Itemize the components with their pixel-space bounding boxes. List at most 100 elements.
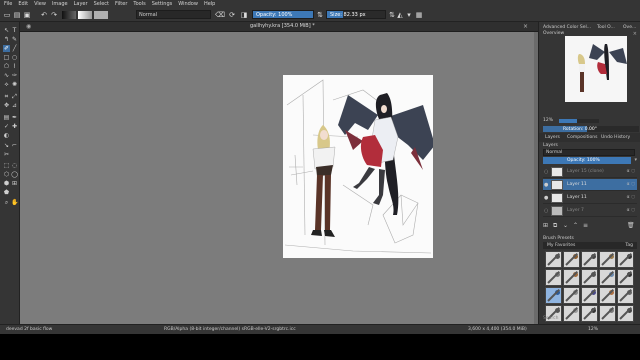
document-tab[interactable]: gallhyhy.kra [354.0 MiB] * [250,23,315,29]
rect-select-tool-icon[interactable]: ⬚ [3,162,10,169]
layer-opacity-slider[interactable]: Opacity: 100% [543,157,631,164]
brush-preset[interactable] [545,287,562,304]
brush-preset[interactable] [563,287,580,304]
size-slider[interactable]: Size: 82.33 px [326,10,386,19]
mirror-horizontal-icon[interactable]: ◭ [396,10,404,19]
overview-thumbnail[interactable] [565,36,627,102]
opacity-lock-icon[interactable]: ⇅ [317,10,323,19]
artwork-canvas[interactable] [283,75,433,258]
canvas-area[interactable] [20,32,538,324]
duplicate-layer-icon[interactable]: ⧉ [553,222,557,230]
alpha-lock-icon[interactable]: ◨ [240,10,248,19]
menu-window[interactable]: Window [178,1,198,7]
brush-preset[interactable] [599,269,616,286]
calligraphy-tool-icon[interactable]: ✎ [11,36,18,43]
tab-tool-options[interactable]: Tool O... [597,25,615,30]
mirror-vertical-icon[interactable]: ▾ [405,10,413,19]
bezier-tool-icon[interactable]: ∿ [3,72,10,79]
crop-tool-icon[interactable]: ⌗ [3,93,10,100]
outline-select-tool-icon[interactable]: ◯ [11,171,18,178]
brush-preset[interactable] [563,251,580,268]
overview-zoom[interactable]: 12% [543,118,639,124]
brush-preset[interactable] [581,287,598,304]
assistant-tool-icon[interactable]: ⊿ [11,102,18,109]
hand-tool-icon[interactable]: ✋ [11,199,18,206]
eye-icon[interactable]: ◌ [544,208,548,214]
tab-undo-history[interactable]: Undo History [601,135,630,140]
new-document-icon[interactable]: ▭ [3,10,11,19]
layer-row[interactable]: ● Layer 11 α ◌ [543,179,637,191]
layer-row[interactable]: ◌ Layer 7 α ◌ [543,205,637,217]
freehand-brush-tool-icon[interactable]: ✐ [3,45,10,52]
brush-preset[interactable] [617,251,634,268]
eraser-mode-icon[interactable]: ⌫ [215,10,225,19]
delete-layer-icon[interactable]: 🗑 [627,222,635,229]
save-icon[interactable]: ▣ [23,10,31,19]
eye-icon[interactable]: ● [544,182,548,188]
zoom-tool-icon[interactable]: ⌕ [3,199,10,206]
eye-icon[interactable]: ● [544,195,548,201]
layer-properties-icon[interactable]: α ◌ [627,169,635,174]
docker-close-icon[interactable]: × [633,31,637,37]
size-lock-icon[interactable]: ⇅ [389,10,395,19]
tab-overview[interactable]: Ove... [623,25,636,30]
layer-row[interactable]: ● Layer 11 α ◌ [543,192,637,204]
tab-advanced-color-selector[interactable]: Advanced Color Sel... [543,25,591,30]
rectangle-tool-icon[interactable]: □ [3,54,10,61]
menu-image[interactable]: Image [52,1,68,7]
brush-preset[interactable] [545,251,562,268]
tab-scroll-icon[interactable]: ◉ [26,23,31,30]
color-picker-tool-icon[interactable]: ✒ [11,114,18,121]
brush-preset[interactable] [617,287,634,304]
menu-tools[interactable]: Tools [133,1,145,7]
similar-select-tool-icon[interactable]: ⊞ [11,180,18,187]
layer-filter-icon[interactable]: ▾ [634,157,637,163]
move-tool-icon[interactable]: ✥ [3,102,10,109]
move-down-icon[interactable]: ⌄ [563,222,568,229]
layer-row[interactable]: ◌ Layer 15 (clone) α ◌ [543,166,637,178]
menu-edit[interactable]: Edit [18,1,28,7]
menu-view[interactable]: View [34,1,46,7]
layer-properties-button-icon[interactable]: ≡ [583,222,588,229]
layer-properties-icon[interactable]: α ◌ [627,195,635,200]
menu-filter[interactable]: Filter [115,1,127,7]
polyline-tool-icon[interactable]: ⌇ [11,63,18,70]
brush-preset[interactable] [581,269,598,286]
brush-preset[interactable] [563,269,580,286]
polygon-select-tool-icon[interactable]: ⬡ [3,171,10,178]
brush-preset[interactable] [599,287,616,304]
line-tool-icon[interactable]: ╱ [11,45,18,52]
brush-preset[interactable] [599,251,616,268]
colorize-mask-tool-icon[interactable]: ✓ [3,123,10,130]
status-zoom[interactable]: 12% [588,327,598,332]
contiguous-select-tool-icon[interactable]: ⬢ [3,180,10,187]
fill-gradient-swatch[interactable] [62,11,76,19]
brush-preset[interactable] [581,251,598,268]
overview-rotation-slider[interactable]: Rotation: 0.00° [543,126,639,132]
brush-preset[interactable] [545,269,562,286]
menu-settings[interactable]: Settings [152,1,173,7]
menu-select[interactable]: Select [94,1,109,7]
reload-preset-icon[interactable]: ⟳ [228,10,236,19]
transform-tool-icon[interactable]: ⤢ [11,93,18,100]
smart-patch-tool-icon[interactable]: ✚ [11,123,18,130]
menu-layer[interactable]: Layer [74,1,88,7]
brush-preset[interactable] [617,269,634,286]
edit-shapes-tool-icon[interactable]: ↰ [3,36,10,43]
open-document-icon[interactable]: ▤ [13,10,21,19]
close-icon[interactable]: × [523,23,528,30]
opacity-slider[interactable]: Opacity: 100% [252,10,314,19]
fill-pattern-swatch[interactable] [78,11,92,19]
reference-tool-icon[interactable]: ⌐ [11,142,18,149]
layer-blend-mode-select[interactable]: Normal [543,149,635,156]
bezier-select-tool-icon[interactable]: ⬟ [3,189,10,196]
undo-icon[interactable]: ↶ [40,10,48,19]
menu-help[interactable]: Help [204,1,215,7]
redo-icon[interactable]: ↷ [50,10,58,19]
tab-layers[interactable]: Layers [545,135,560,140]
add-layer-icon[interactable]: ⊞ [543,222,548,229]
ellipse-tool-icon[interactable]: ○ [11,54,18,61]
measure-tool-icon[interactable]: ↘ [3,142,10,149]
select-shapes-tool-icon[interactable]: ↖ [3,27,10,34]
eye-icon[interactable]: ◌ [544,169,548,175]
